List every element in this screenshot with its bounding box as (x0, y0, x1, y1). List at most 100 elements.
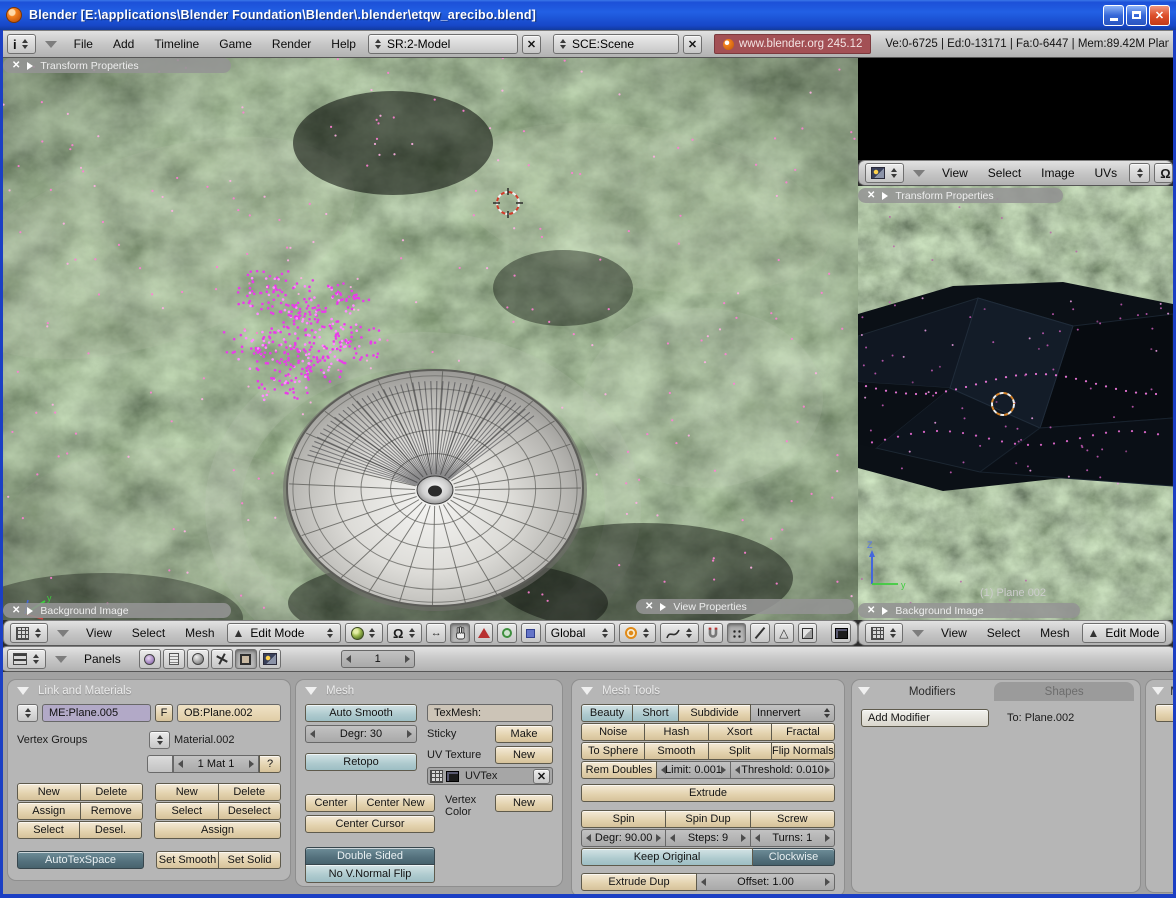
close-icon[interactable]: ✕ (645, 601, 653, 612)
retopo-toggle[interactable]: Retopo (305, 753, 417, 771)
menu-mesh[interactable]: Mesh (177, 626, 222, 640)
expand-arrow-icon[interactable] (660, 603, 666, 611)
threshold-field[interactable]: Threshold: 0.010 (731, 761, 835, 779)
hash-button[interactable]: Hash (645, 723, 708, 741)
mode-selector[interactable]: ▲ Edit Mode (227, 623, 341, 643)
increment-arrow-icon[interactable] (721, 766, 726, 774)
vgroup-assign-button[interactable]: Assign (17, 802, 81, 820)
right-3d-viewport[interactable]: Z y (1) Plane 002 ✕ Transform Properties… (858, 186, 1173, 620)
logic-context-button[interactable] (139, 649, 161, 669)
mode-selector[interactable]: ▲ Edit Mode (1082, 623, 1167, 643)
mesh-panel[interactable]: Mesh Auto Smooth Degr: 30 Retopo TexMesh… (296, 680, 562, 886)
panel-collapse-icon[interactable] (581, 687, 593, 695)
editor-type-selector[interactable] (865, 623, 903, 643)
uv-texture-new-button[interactable]: New (495, 746, 553, 764)
uvtex-delete-button[interactable]: ✕ (533, 769, 550, 784)
menu-select[interactable]: Select (980, 166, 1029, 180)
menu-mesh[interactable]: Mesh (1032, 626, 1077, 640)
center-new-button[interactable]: Center New (357, 794, 435, 812)
menu-render[interactable]: Render (264, 37, 319, 51)
manipulator-hand-button[interactable] (450, 623, 470, 643)
uvtex-layer-row[interactable]: UVTex ✕ (427, 767, 553, 785)
material-color-swatch[interactable] (147, 755, 173, 773)
clockwise-toggle[interactable]: Clockwise (753, 848, 835, 866)
vgroup-new-button[interactable]: New (17, 783, 81, 801)
material-select-button[interactable]: Select (155, 802, 219, 820)
header-collapse-icon[interactable] (57, 630, 69, 637)
vgroup-delete-button[interactable]: Delete (81, 783, 144, 801)
decrement-arrow-icon[interactable] (586, 834, 591, 842)
set-solid-button[interactable]: Set Solid (219, 851, 281, 869)
window-titlebar[interactable]: Blender [E:\applications\Blender Foundat… (0, 0, 1176, 30)
sticky-make-button[interactable]: Make (495, 725, 553, 743)
to-sphere-button[interactable]: To Sphere (581, 742, 645, 760)
close-icon[interactable]: ✕ (867, 190, 875, 201)
increment-arrow-icon[interactable] (656, 834, 661, 842)
main-3d-viewport[interactable]: y (1) Plane.002 ✕ Transform Properties ✕… (3, 58, 858, 620)
spin-degrees-field[interactable]: Degr: 90.00 (581, 829, 666, 847)
expand-arrow-icon[interactable] (882, 607, 888, 615)
increment-arrow-icon[interactable] (741, 834, 746, 842)
vgroup-deselect-button[interactable]: Desel. (80, 821, 142, 839)
minimize-button[interactable] (1103, 5, 1124, 26)
pivot-point-selector[interactable] (619, 623, 656, 643)
center-cursor-button[interactable]: Center Cursor (305, 815, 435, 833)
render-preview-button[interactable] (831, 623, 851, 643)
increment-arrow-icon[interactable] (407, 730, 412, 738)
mesh-tools-panel[interactable]: Mesh Tools Beauty Short Subdivide Innerv… (572, 680, 844, 894)
blender-org-banner[interactable]: www.blender.org 245.12 (714, 34, 871, 54)
decrement-arrow-icon[interactable] (661, 766, 666, 774)
header-collapse-icon[interactable] (55, 656, 67, 663)
short-toggle[interactable]: Short (633, 704, 679, 722)
transform-properties-panel[interactable]: ✕ Transform Properties (3, 58, 231, 73)
autosmooth-degrees-field[interactable]: Degr: 30 (305, 725, 417, 743)
panels-menu[interactable]: Panels (76, 652, 129, 666)
material-help-button[interactable]: ? (259, 755, 281, 773)
material-index-field[interactable]: 1 Mat 1 (173, 755, 259, 773)
screen-selector[interactable]: SR:2-Model (368, 34, 518, 54)
object-context-button[interactable] (211, 649, 233, 669)
menu-file[interactable]: File (66, 37, 101, 51)
script-context-button[interactable] (163, 649, 185, 669)
menu-view[interactable]: View (78, 626, 120, 640)
fractal-button[interactable]: Fractal (772, 723, 835, 741)
background-image-panel[interactable]: ✕ Background Image (858, 603, 1080, 618)
snap-button[interactable] (703, 623, 723, 643)
expand-arrow-icon[interactable] (27, 62, 33, 70)
menu-help[interactable]: Help (323, 37, 364, 51)
menu-select[interactable]: Select (124, 626, 173, 640)
fake-user-button[interactable]: F (155, 704, 173, 722)
increment-arrow-icon[interactable] (825, 766, 830, 774)
increment-arrow-icon[interactable] (405, 655, 410, 663)
editor-type-selector[interactable] (7, 649, 46, 669)
increment-arrow-icon[interactable] (825, 878, 830, 886)
vertex-color-new-button[interactable]: New (495, 794, 553, 812)
smooth-button[interactable]: Smooth (645, 742, 708, 760)
rem-doubles-button[interactable]: Rem Doubles (581, 761, 657, 779)
spin-button[interactable]: Spin (581, 810, 666, 828)
center-button[interactable]: Center (305, 794, 357, 812)
decrement-arrow-icon[interactable] (735, 766, 740, 774)
expand-arrow-icon[interactable] (882, 192, 888, 200)
scene-context-button[interactable] (259, 649, 281, 669)
modifiers-panel[interactable]: Modifiers Shapes Add Modifier To: Plane.… (852, 680, 1140, 892)
close-icon[interactable]: ✕ (867, 605, 875, 616)
menu-view[interactable]: View (934, 166, 976, 180)
view-properties-panel[interactable]: ✕ View Properties (636, 599, 854, 614)
close-icon[interactable]: ✕ (12, 605, 20, 616)
vertex-select-mode-button[interactable] (727, 623, 747, 643)
menu-game[interactable]: Game (211, 37, 260, 51)
partial-panel[interactable]: M (1146, 680, 1173, 892)
material-deselect-button[interactable]: Deselect (219, 802, 282, 820)
close-button[interactable]: ✕ (1149, 5, 1170, 26)
panel-collapse-icon[interactable] (305, 687, 317, 695)
decrement-arrow-icon[interactable] (310, 730, 315, 738)
innervert-selector[interactable]: Innervert (751, 704, 835, 722)
panel-collapse-icon[interactable] (17, 687, 29, 695)
menu-add[interactable]: Add (105, 37, 142, 51)
screen-delete-button[interactable]: ✕ (522, 35, 541, 54)
keep-original-toggle[interactable]: Keep Original (581, 848, 753, 866)
draw-mode-selector[interactable] (345, 623, 383, 643)
vgroup-remove-button[interactable]: Remove (81, 802, 144, 820)
panel-collapse-icon[interactable] (858, 687, 870, 695)
